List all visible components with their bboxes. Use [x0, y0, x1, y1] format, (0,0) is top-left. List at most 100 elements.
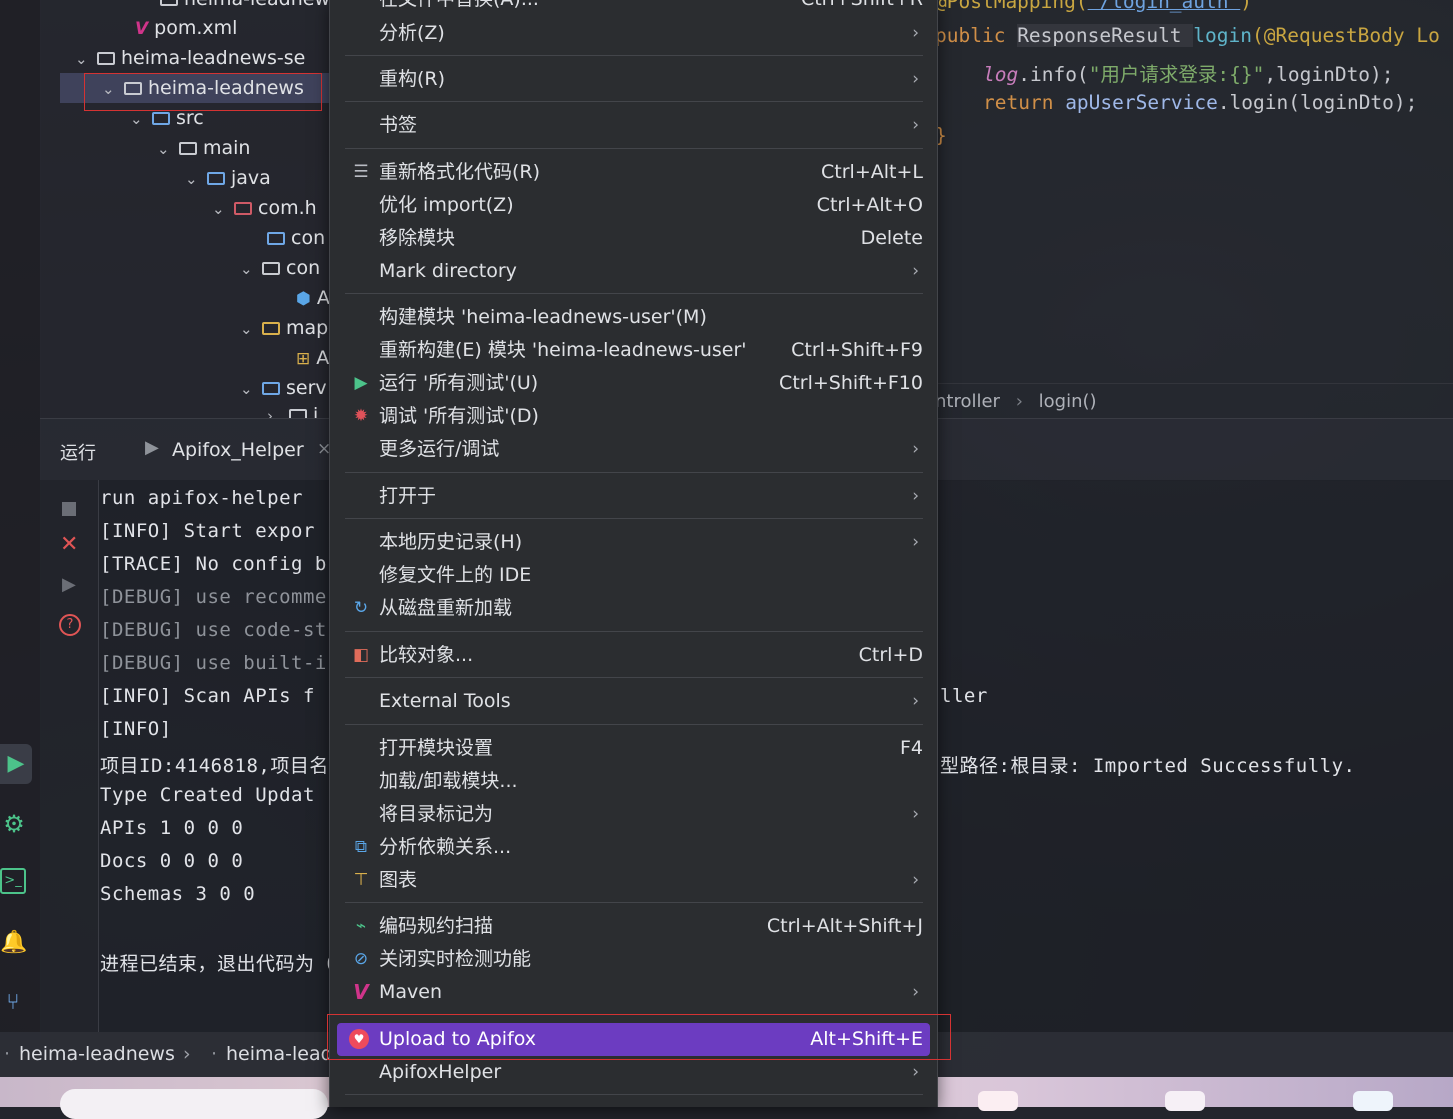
console-line: [DEBUG] use code-st [100, 619, 327, 641]
chevron-right-icon[interactable]: › [267, 401, 289, 418]
console-line: [INFO] [100, 718, 172, 740]
tree-item[interactable]: heima-leadnews-feign [160, 0, 330, 14]
help-icon[interactable]: ? [59, 614, 81, 636]
run-tab[interactable]: Apifox_Helper [172, 439, 304, 461]
menu-item-rebuild-module[interactable]: 重新构建(E) 模块 'heima-leadnews-user' Ctrl+Sh… [337, 334, 930, 367]
tree-item[interactable]: con [267, 223, 325, 253]
taskbar-app-icon[interactable] [978, 1091, 1018, 1111]
taskbar-app-icon[interactable] [1353, 1091, 1393, 1111]
menu-separator [345, 293, 923, 294]
interface-icon: ⊞ [296, 349, 311, 369]
terminal-tool-icon[interactable]: >_ [0, 868, 26, 894]
class-icon: ⬢ [296, 289, 311, 309]
menu-separator [345, 902, 923, 903]
console-line: 项目ID:4146818,项目名 [100, 755, 329, 777]
console-line: [DEBUG] use recomme [100, 586, 327, 608]
menu-item-refactor[interactable]: 重构(R) › [337, 63, 930, 96]
menu-item-debug-all-tests[interactable]: ✹ 调试 '所有测试'(D) [337, 400, 930, 433]
run-toolbar: ✕ ▶ ? [40, 480, 99, 1032]
menu-item-replace-in-files[interactable]: 在文件中替换(A)... Ctrl+Shift+R [337, 0, 930, 16]
folder-icon [97, 52, 115, 65]
chevron-right-icon: › [912, 982, 919, 1002]
tree-item[interactable]: ⌄ heima-leadnews-se [75, 43, 305, 73]
maven-icon: V [353, 980, 369, 1004]
chevron-down-icon[interactable]: ⌄ [240, 314, 262, 344]
menu-separator [345, 55, 923, 56]
compare-icon: ◧ [352, 645, 370, 665]
chevron-down-icon[interactable]: ⌄ [75, 44, 97, 74]
menu-item-run-all-tests[interactable]: ▶ 运行 '所有测试'(U) Ctrl+Shift+F10 [337, 367, 930, 400]
menu-item-analyze-dependencies[interactable]: ⧉ 分析依赖关系... [337, 831, 930, 864]
menu-item-open-module-settings[interactable]: 打开模块设置 F4 [337, 732, 930, 765]
menu-item-apifox-helper[interactable]: ApifoxHelper › [337, 1056, 930, 1089]
menu-item-reformat-code[interactable]: ☰ 重新格式化代码(R) Ctrl+Alt+L [337, 156, 930, 189]
menu-item-mark-directory-as[interactable]: 将目录标记为 › [337, 798, 930, 831]
chevron-down-icon[interactable]: ⌄ [240, 374, 262, 404]
menu-separator [345, 101, 923, 102]
taskbar-app-icon[interactable] [1165, 1091, 1205, 1111]
selection-highlight-outline [84, 73, 322, 111]
tree-item[interactable]: ⌄ map [240, 313, 328, 343]
menu-item-more-run-debug[interactable]: 更多运行/调试 › [337, 433, 930, 466]
close-icon[interactable]: ✕ [60, 532, 78, 557]
code-editor[interactable]: @PostMapping("/login_auth") public Respo… [935, 0, 1453, 418]
code-line: @PostMapping("/login_auth") [935, 0, 1252, 13]
menu-item-mark-directory[interactable]: Mark directory › [337, 255, 930, 288]
tree-item[interactable]: › i [267, 400, 318, 418]
menu-item-reload-from-disk[interactable]: ↻ 从磁盘重新加载 [337, 592, 930, 625]
chevron-down-icon[interactable]: ⌄ [240, 254, 262, 284]
menu-item-maven[interactable]: V Maven › [337, 976, 930, 1009]
menu-item-repair-ide[interactable]: 修复文件上的 IDE [337, 559, 930, 592]
tree-item[interactable]: ⌄ con [240, 253, 320, 283]
menu-item-load-unload-modules[interactable]: 加载/卸载模块... [337, 765, 930, 798]
debug-icon: ✹ [353, 406, 369, 426]
chevron-down-icon[interactable]: ⌄ [157, 134, 179, 164]
chevron-right-icon: › [912, 691, 919, 711]
rerun-icon[interactable]: ▶ [62, 574, 76, 595]
menu-item-analyze[interactable]: 分析(Z) › [337, 17, 930, 50]
tree-item[interactable]: ⌄ com.h [212, 193, 317, 223]
status-breadcrumb-item[interactable]: heima-leadnews [19, 1032, 175, 1077]
menu-item-code-scan[interactable]: ⌁ 编码规约扫描 Ctrl+Alt+Shift+J [337, 910, 930, 943]
chevron-right-icon: › [912, 870, 919, 890]
status-breadcrumb-item[interactable]: heima-lead [226, 1032, 333, 1077]
menu-item-remove-module[interactable]: 移除模块 Delete [337, 222, 930, 255]
scan-icon: ⌁ [355, 916, 367, 936]
diagram-icon: ⊤ [353, 870, 369, 890]
tree-item[interactable]: Vpom.xml [135, 13, 237, 43]
tree-item[interactable]: ⌄ serv [240, 373, 327, 403]
menu-separator [345, 631, 923, 632]
console-line: [INFO] Scan APIs f [100, 685, 315, 707]
settings-tool-icon[interactable]: ⚙ [0, 806, 28, 842]
tree-item[interactable]: ⊞ A [296, 343, 329, 373]
breadcrumb-item[interactable]: ntroller [935, 391, 1000, 412]
run-tool-icon[interactable]: ▶ [0, 744, 32, 784]
chevron-right-icon: › [1015, 391, 1023, 412]
menu-item-build-module[interactable]: 构建模块 'heima-leadnews-user'(M) [337, 301, 930, 334]
console-line: APIs 1 0 0 0 [100, 817, 244, 839]
windows-search-box[interactable] [60, 1089, 328, 1119]
tree-item[interactable]: ⬢ A [296, 283, 330, 313]
stop-icon[interactable] [62, 502, 76, 516]
console-line: 进程已结束，退出代码为 0 [100, 953, 339, 975]
chevron-right-icon: › [912, 69, 919, 89]
tree-item[interactable]: ⌄ main [157, 133, 250, 163]
chevron-down-icon[interactable]: ⌄ [212, 194, 234, 224]
menu-item-disable-realtime-check[interactable]: ⊘ 关闭实时检测功能 [337, 943, 930, 976]
menu-item-external-tools[interactable]: External Tools › [337, 685, 930, 718]
notifications-tool-icon[interactable]: 🔔 [0, 928, 27, 958]
breadcrumb-item[interactable]: login() [1039, 391, 1097, 412]
menu-item-diagrams[interactable]: ⊤ 图表 › [337, 864, 930, 897]
menu-item-optimize-imports[interactable]: 优化 import(Z) Ctrl+Alt+O [337, 189, 930, 222]
menu-item-open-in[interactable]: 打开于 › [337, 480, 930, 513]
console-line: 型路径:根目录: Imported Successfully. [940, 755, 1356, 777]
menu-separator [345, 472, 923, 473]
git-tool-icon[interactable]: ⑂ [0, 988, 26, 1018]
chevron-down-icon[interactable]: ⌄ [185, 164, 207, 194]
menu-item-compare-with[interactable]: ◧ 比较对象... Ctrl+D [337, 639, 930, 672]
menu-item-bookmarks[interactable]: 书签 › [337, 109, 930, 142]
tree-item[interactable]: ⌄ java [185, 163, 271, 193]
status-dot-icon: · [4, 1043, 11, 1065]
code-line: log.info("用户请求登录:{}",loginDto); [983, 63, 1394, 86]
menu-item-local-history[interactable]: 本地历史记录(H) › [337, 526, 930, 559]
